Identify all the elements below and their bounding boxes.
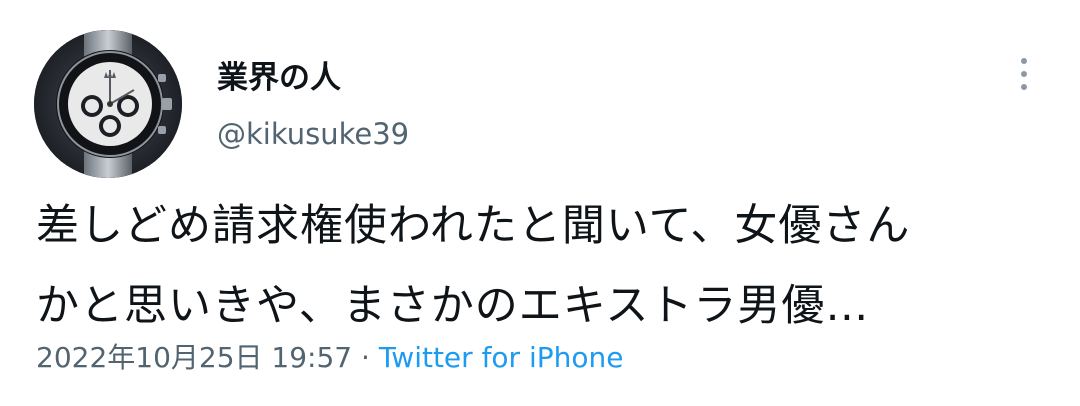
tweet-source-link[interactable]: Twitter for iPhone bbox=[379, 341, 624, 374]
tweet-timestamp[interactable]: 2022年10月25日 19:57 bbox=[36, 341, 352, 374]
meta-separator: · bbox=[361, 341, 370, 374]
watch-avatar-icon bbox=[34, 30, 182, 178]
more-dot-icon bbox=[1021, 58, 1027, 64]
more-dot-icon bbox=[1021, 71, 1027, 77]
avatar[interactable] bbox=[34, 30, 182, 178]
tweet-card: 業界の人 @kikusuke39 差しどめ請求権使われたと聞いて、女優さん かと… bbox=[0, 0, 1080, 406]
display-name[interactable]: 業界の人 bbox=[217, 58, 341, 98]
tweet-text: 差しどめ請求権使われたと聞いて、女優さん かと思いきや、まさかのエキストラ男優… bbox=[36, 186, 1056, 346]
tweet-meta: 2022年10月25日 19:57 · Twitter for iPhone bbox=[36, 338, 624, 378]
more-dot-icon bbox=[1021, 84, 1027, 90]
more-options-button[interactable] bbox=[1004, 52, 1044, 96]
user-handle[interactable]: @kikusuke39 bbox=[217, 114, 409, 154]
tweet-text-line: 差しどめ請求権使われたと聞いて、女優さん bbox=[36, 201, 911, 251]
tweet-text-line: かと思いきや、まさかのエキストラ男優… bbox=[36, 281, 870, 331]
